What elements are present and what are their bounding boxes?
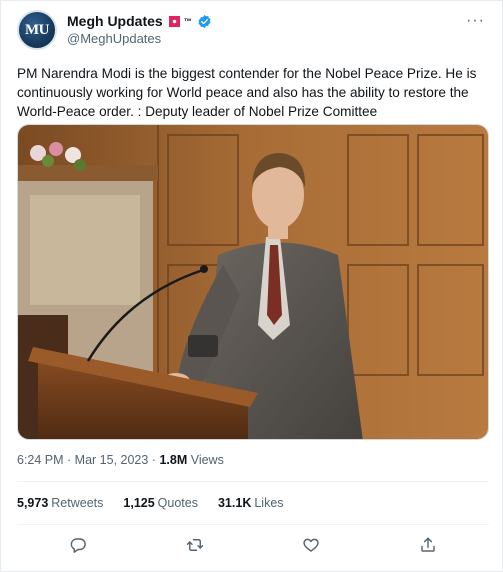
divider — [17, 524, 489, 525]
like-icon[interactable] — [300, 534, 322, 556]
engagement-stats: 5,973 Retweets 1,125 Quotes 31.1K Likes — [17, 496, 284, 510]
user-handle[interactable]: @MeghUpdates — [67, 31, 161, 46]
views-count: 1.8M — [159, 453, 188, 467]
more-icon[interactable]: ··· — [466, 13, 485, 29]
share-icon[interactable] — [417, 534, 439, 556]
tweet-timestamp[interactable]: 6:24 PM · Mar 15, 2023 · — [17, 453, 159, 467]
action-bar — [17, 534, 489, 558]
display-name[interactable]: Megh Updates — [67, 13, 163, 29]
avatar[interactable]: MU — [17, 10, 57, 50]
likes-stat[interactable]: 31.1K Likes — [218, 496, 284, 510]
avatar-initials: MU — [25, 21, 50, 38]
tweet-header: MU Megh Updates ™ @MeghUpdates ··· — [17, 10, 489, 52]
retweets-label: Retweets — [51, 496, 104, 510]
verified-badge-icon — [198, 14, 211, 28]
speaker-photo — [18, 125, 488, 439]
views-label: Views — [187, 453, 224, 467]
retweets-stat[interactable]: 5,973 Retweets — [17, 496, 103, 510]
tweet-meta: 6:24 PM · Mar 15, 2023 · 1.8M Views — [17, 453, 224, 467]
trademark-mark: ™ — [183, 16, 192, 26]
likes-count: 31.1K — [217, 496, 252, 510]
retweet-icon[interactable] — [184, 534, 206, 556]
name-row: Megh Updates ™ — [67, 13, 212, 29]
retweets-count: 5,973 — [17, 496, 49, 510]
tweet-photo[interactable] — [17, 124, 489, 440]
quotes-stat[interactable]: 1,125 Quotes — [123, 496, 198, 510]
quotes-count: 1,125 — [123, 496, 155, 510]
quotes-label: Quotes — [157, 496, 198, 510]
divider — [17, 481, 489, 482]
tweet-text: PM Narendra Modi is the biggest contende… — [17, 66, 477, 119]
reply-icon[interactable] — [67, 534, 89, 556]
likes-label: Likes — [254, 496, 284, 510]
flag-icon — [168, 15, 180, 27]
